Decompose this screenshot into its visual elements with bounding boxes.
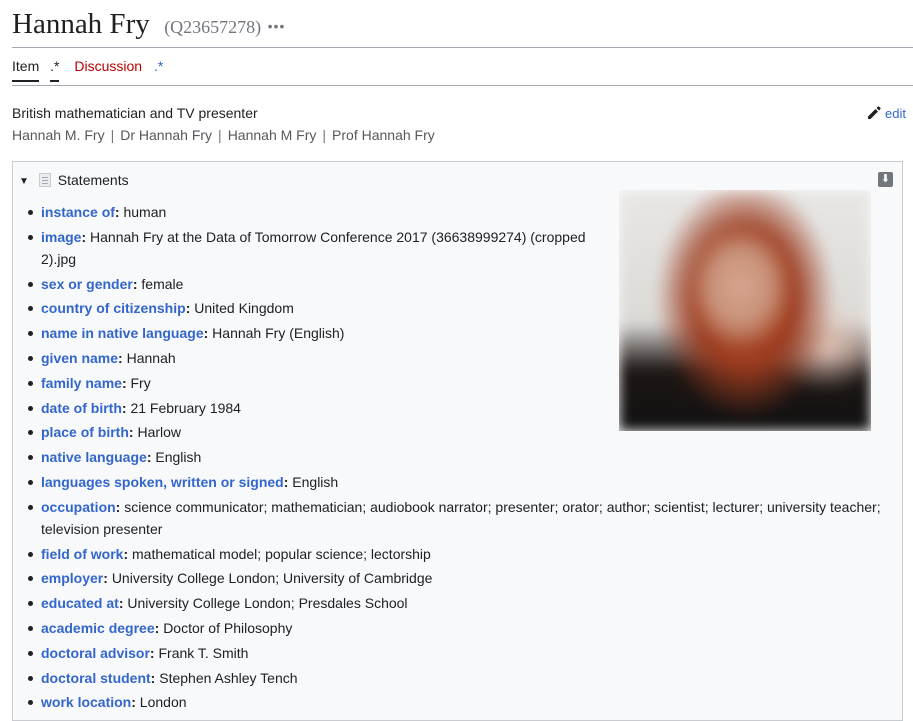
property-link[interactable]: place of birth xyxy=(41,424,129,440)
alias: Dr Hannah Fry xyxy=(120,127,213,143)
statement: occupation: science communicator; mathem… xyxy=(23,496,893,540)
edit-link[interactable]: edit xyxy=(866,105,906,121)
alias-separator: | xyxy=(110,127,115,143)
item-id: (Q23657278) xyxy=(164,17,262,37)
page-tabs: Item .* Discussion .* xyxy=(12,58,163,86)
statement-value: London xyxy=(139,694,187,711)
property-link[interactable]: name in native language xyxy=(41,325,204,341)
statement: doctoral advisor: Frank T. Smith xyxy=(23,642,893,664)
alias: Hannah M. Fry xyxy=(12,127,105,143)
statement: image: Hannah Fry at the Data of Tomorro… xyxy=(23,226,601,270)
property-link[interactable]: doctoral student xyxy=(41,670,151,686)
more-options-icon[interactable]: ••• xyxy=(268,18,286,34)
statement-value: Doctor of Philosophy xyxy=(163,619,293,636)
tab-discussion[interactable]: Discussion xyxy=(74,58,142,82)
property-link[interactable]: sex or gender xyxy=(41,276,133,292)
property-link[interactable]: given name xyxy=(41,350,118,366)
alias: Prof Hannah Fry xyxy=(332,127,435,143)
property-link[interactable]: instance of xyxy=(41,204,115,220)
statements-title: Statements xyxy=(57,172,129,188)
statement: native language: English xyxy=(23,446,893,468)
statement: given name: Hannah xyxy=(23,347,893,369)
statement: employer: University College London; Uni… xyxy=(23,567,893,589)
statement-value: Harlow xyxy=(137,424,182,441)
statement: family name: Fry xyxy=(23,372,893,394)
item-description: British mathematician and TV presenter xyxy=(12,105,258,121)
statement-value: Frank T. Smith xyxy=(158,644,249,661)
statement: sex or gender: female xyxy=(23,273,893,295)
alias: Hannah M Fry xyxy=(227,127,317,143)
tab-item-regex[interactable]: .* xyxy=(50,58,60,82)
download-icon[interactable]: ⬇ xyxy=(878,172,893,187)
tabs-divider xyxy=(12,85,913,86)
statement: place of birth: Harlow xyxy=(23,421,893,443)
statements-list: instance of: human image: Hannah Fry at … xyxy=(23,201,893,716)
statement-value: science communicator; mathematician; aud… xyxy=(41,498,881,537)
statement: languages spoken, written or signed: Eng… xyxy=(23,471,893,493)
property-link[interactable]: native language xyxy=(41,449,147,465)
pencil-icon xyxy=(868,106,881,119)
alias-separator: | xyxy=(218,127,222,143)
statement-value: University College London; Presdales Sch… xyxy=(127,595,408,612)
statement: name in native language: Hannah Fry (Eng… xyxy=(23,322,893,344)
statement-value: Hannah Fry (English) xyxy=(212,325,345,342)
statement-value: Stephen Ashley Tench xyxy=(159,669,298,686)
property-link[interactable]: languages spoken, written or signed xyxy=(41,474,284,490)
statement: academic degree: Doctor of Philosophy xyxy=(23,617,893,639)
statement: date of birth: 21 February 1984 xyxy=(23,397,893,419)
statement-value: 21 February 1984 xyxy=(130,399,241,416)
triangle-down-icon[interactable]: ▼ xyxy=(19,176,29,187)
statement-value: human xyxy=(123,204,167,220)
alias-separator: | xyxy=(322,127,327,143)
statement: instance of: human xyxy=(23,201,893,223)
statement: country of citizenship: United Kingdom xyxy=(23,297,893,319)
property-link[interactable]: employer xyxy=(41,570,103,586)
property-link[interactable]: family name xyxy=(41,375,122,391)
statement-value: female xyxy=(141,275,184,292)
statement-value: United Kingdom xyxy=(194,300,294,317)
statement-value: Fry xyxy=(130,374,151,391)
property-link[interactable]: doctoral advisor xyxy=(41,645,150,661)
statement-value: mathematical model; popular science; lec… xyxy=(132,545,431,562)
tab-item[interactable]: Item xyxy=(12,58,40,82)
property-link[interactable]: country of citizenship xyxy=(41,300,186,316)
property-link[interactable]: educated at xyxy=(41,595,119,611)
statement-value: Hannah xyxy=(126,349,176,366)
page-title: Hannah Fry xyxy=(12,8,150,40)
statement: doctoral student: Stephen Ashley Tench xyxy=(23,667,893,689)
statement-value: English xyxy=(292,473,339,490)
statement-value: Hannah Fry at the Data of Tomorrow Confe… xyxy=(41,228,586,267)
page-header: Hannah Fry (Q23657278) ••• xyxy=(12,8,913,48)
item-aliases: Hannah M. Fry | Dr Hannah Fry | Hannah M Fry… xyxy=(12,127,435,143)
property-link[interactable]: date of birth xyxy=(41,400,122,416)
page-icon xyxy=(38,173,51,190)
statement: work location: London xyxy=(23,691,893,713)
title-divider xyxy=(12,47,913,48)
statement-value: English xyxy=(155,449,202,466)
statement: field of work: mathematical model; popul… xyxy=(23,543,893,565)
property-link[interactable]: image xyxy=(41,229,81,245)
tab-discussion-regex[interactable]: .* xyxy=(154,58,163,82)
property-link[interactable]: field of work xyxy=(41,546,123,562)
statements-header[interactable]: ▼ Statements xyxy=(19,172,129,190)
statement: educated at: University College London; … xyxy=(23,592,893,614)
property-link[interactable]: academic degree xyxy=(41,620,155,636)
property-link[interactable]: occupation xyxy=(41,499,116,515)
statement-value: University College London; University of… xyxy=(111,570,433,587)
property-link[interactable]: work location xyxy=(41,694,131,710)
statements-box: ▼ Statements ⬇ instance of: human image:… xyxy=(12,161,903,721)
edit-label: edit xyxy=(885,106,906,121)
